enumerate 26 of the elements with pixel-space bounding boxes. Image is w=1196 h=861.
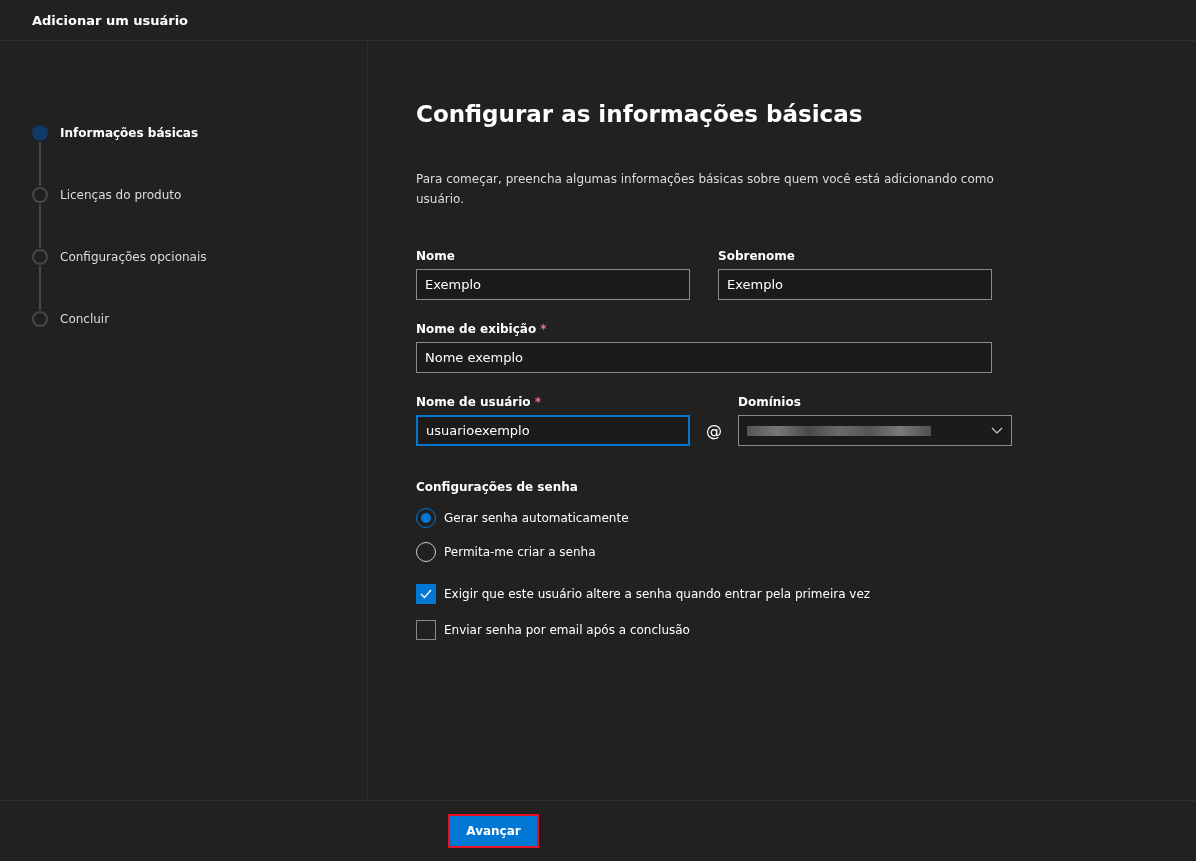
wizard-step[interactable]: Concluir	[32, 311, 367, 327]
next-button[interactable]: Avançar	[448, 814, 539, 848]
text-field[interactable]: usuarioexemplo	[416, 415, 690, 446]
wizard-step[interactable]: Licenças do produto	[32, 187, 367, 203]
wizard-step[interactable]: Configurações opcionais	[32, 249, 367, 265]
chevron-down-icon	[991, 426, 1003, 435]
radio-option[interactable]: Gerar senha automaticamente	[416, 508, 1196, 528]
field-label: Nome de usuário *	[416, 395, 542, 409]
at-sign: @	[705, 421, 723, 440]
checkmark-icon	[420, 589, 432, 599]
text-field[interactable]: Nome exemplo	[416, 342, 992, 373]
domain-dropdown[interactable]	[738, 415, 1012, 446]
field-label: Sobrenome	[718, 249, 796, 263]
section-label: Configurações de senha	[416, 480, 579, 494]
field-label: Nome	[416, 249, 456, 263]
intro-text: Para começar, preencha algumas informações básicas sobre quem você está adicionando como usuário.	[416, 171, 995, 208]
checkbox-option[interactable]: Enviar senha por email após a conclusão	[416, 620, 1196, 640]
text-field[interactable]: Exemplo	[718, 269, 992, 300]
wizard-step[interactable]: Informações básicas	[32, 125, 367, 141]
checkbox-option[interactable]: Exigir que este usuário altere a senha quando entrar pela primeira vez	[416, 584, 1196, 604]
window-title: Adicionar um usuário	[32, 12, 189, 28]
field-label: Domínios	[738, 395, 802, 409]
text-field[interactable]: Exemplo	[416, 269, 690, 300]
page-heading: Configurar as informações básicas	[416, 101, 864, 127]
field-label: Nome de exibição *	[416, 322, 548, 336]
radio-option[interactable]: Permita-me criar a senha	[416, 542, 1196, 562]
